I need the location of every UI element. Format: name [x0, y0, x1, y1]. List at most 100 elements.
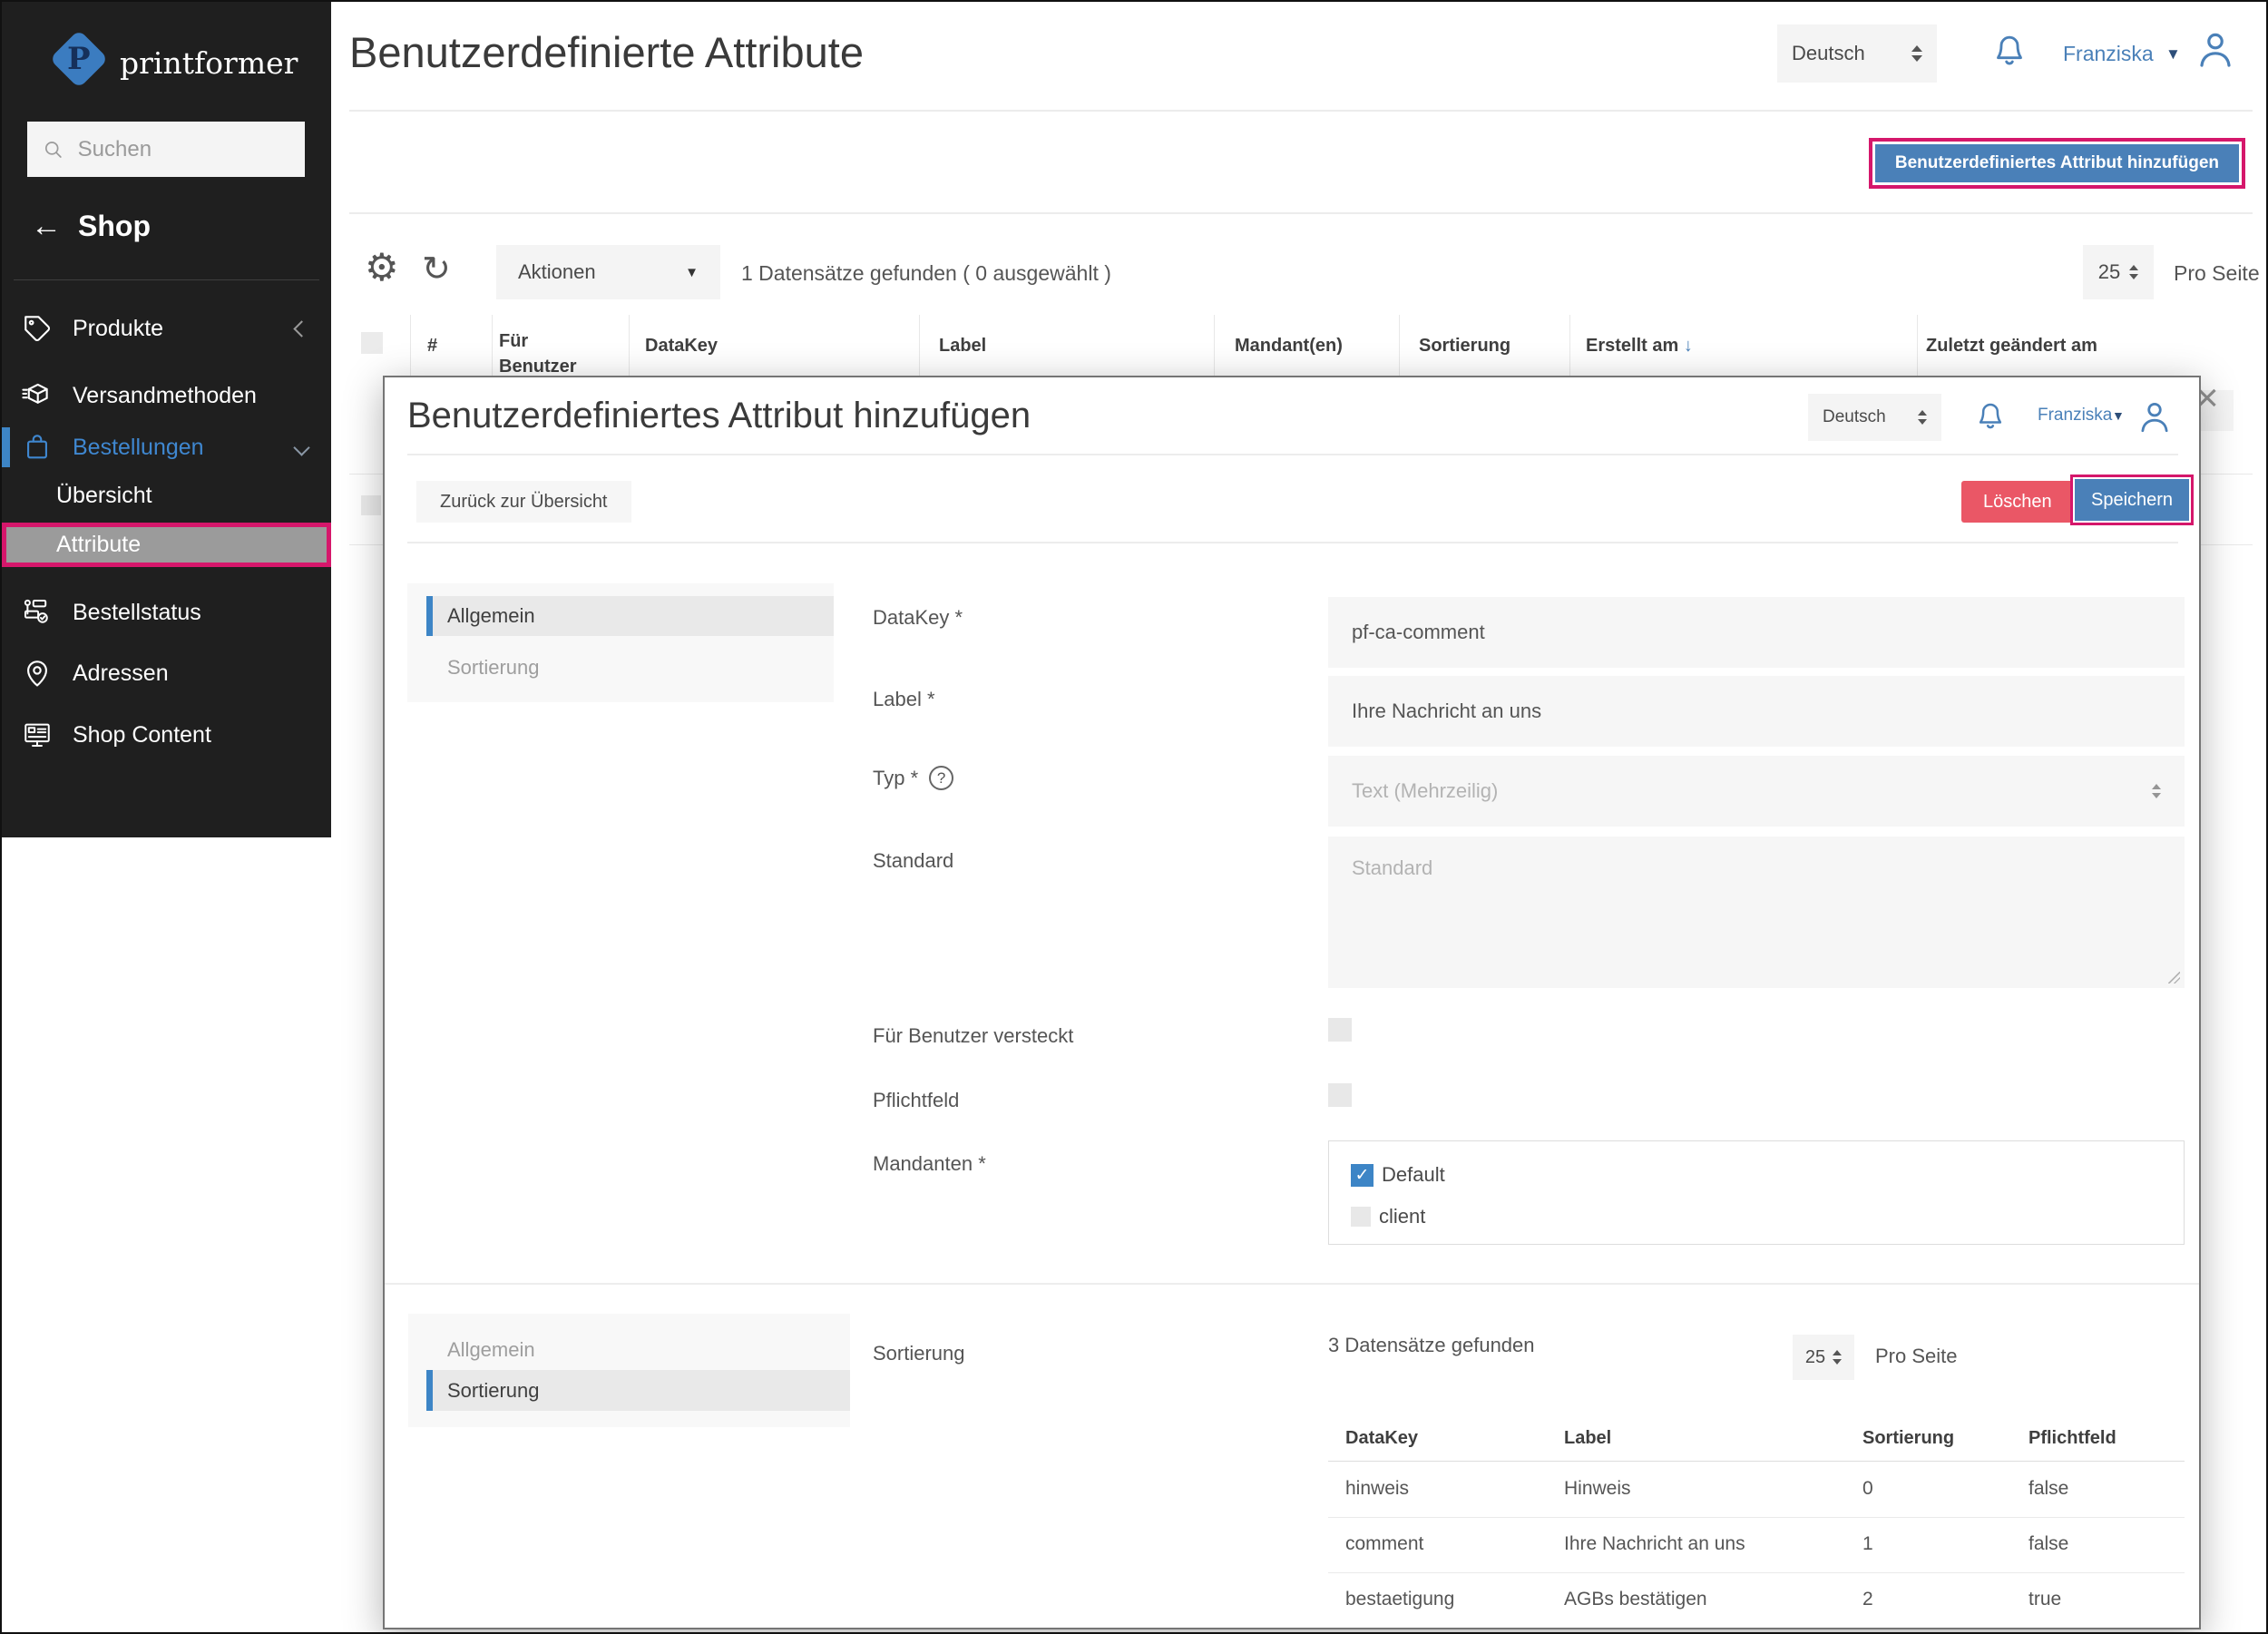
sidebar-item-shop-content[interactable]: Shop Content	[2, 713, 331, 757]
standard-label: Standard	[873, 849, 954, 872]
modal-records-summary: 3 Datensätze gefunden	[1328, 1334, 1535, 1356]
page-title: Benutzerdefinierte Attribute	[349, 28, 864, 76]
back-arrow-icon: ←	[31, 209, 62, 243]
column-header-datakey[interactable]: DataKey	[645, 336, 718, 357]
label-label: Label *	[873, 688, 935, 710]
modal-language-select[interactable]: Deutsch	[1808, 394, 1941, 441]
printformer-logo-icon: P	[49, 29, 109, 89]
table-cell: 2	[1862, 1589, 1873, 1610]
sidebar-item-label: Bestellungen	[73, 434, 204, 460]
hidden-checkbox[interactable]	[1328, 1018, 1352, 1042]
resize-handle-icon[interactable]	[2168, 972, 2180, 983]
column-header-zuletzt[interactable]: Zuletzt geändert am	[1926, 336, 2097, 357]
stepper-icon	[1833, 1350, 1843, 1365]
tab-sortierung[interactable]: Sortierung	[447, 656, 540, 680]
modal-section-divider	[385, 1283, 2199, 1285]
add-attribute-annotation: Benutzerdefiniertes Attribut hinzufügen	[1868, 138, 2245, 189]
caret-down-icon: ▼	[685, 264, 699, 280]
sort-desc-icon: ↓	[1683, 336, 1693, 356]
delete-button[interactable]: Löschen	[1961, 481, 2074, 523]
save-annotation: Speichern	[2070, 475, 2195, 525]
sidebar-search[interactable]	[27, 122, 305, 177]
actions-dropdown[interactable]: Aktionen ▼	[496, 245, 720, 299]
modal-per-page-select[interactable]: 25	[1793, 1335, 1854, 1380]
refresh-icon[interactable]: ↻	[422, 249, 451, 289]
checked-checkbox[interactable]: ✓	[1351, 1163, 1374, 1187]
stepper-icon	[1918, 410, 1927, 425]
sidebar-item-bestellungen[interactable]: Bestellungen	[2, 426, 331, 469]
section-divider	[349, 212, 2253, 214]
label-field[interactable]	[1328, 676, 2185, 747]
table-cell: comment	[1345, 1533, 1424, 1554]
shop-label: Shop	[78, 210, 151, 242]
stepper-icon	[2152, 784, 2161, 798]
bell-icon[interactable]	[1972, 397, 2009, 434]
user-name[interactable]: Franziska	[2038, 406, 2112, 426]
required-label: Pflichtfeld	[873, 1089, 960, 1111]
datakey-label: DataKey *	[873, 606, 963, 629]
workflow-icon	[24, 599, 48, 623]
save-button[interactable]: Speichern	[2075, 479, 2190, 521]
gear-icon[interactable]: ⚙	[365, 245, 399, 289]
search-input[interactable]	[77, 136, 290, 162]
column-header-fuer-benutzer[interactable]: Für Benutzer	[499, 328, 603, 379]
required-checkbox[interactable]	[1328, 1083, 1352, 1107]
mandanten-box: ✓ Default client	[1328, 1140, 2185, 1245]
per-page-label: Pro Seite	[2174, 261, 2260, 285]
tab-allgemein[interactable]: Allgemein	[447, 1338, 535, 1362]
sidebar-item-versandmethoden[interactable]: Versandmethoden	[2, 374, 331, 417]
sidebar-item-uebersicht[interactable]: Übersicht	[2, 474, 331, 517]
stepper-icon	[2129, 265, 2139, 279]
caret-down-icon[interactable]: ▼	[2112, 408, 2125, 423]
add-attribute-button[interactable]: Benutzerdefiniertes Attribut hinzufügen	[1874, 144, 2239, 182]
table-cell: Ihre Nachricht an uns	[1564, 1533, 1745, 1554]
caret-down-icon[interactable]: ▼	[2165, 45, 2181, 64]
sidebar-item-adressen[interactable]: Adressen	[2, 651, 331, 695]
bell-icon[interactable]	[1989, 29, 2030, 71]
table-cell: false	[2028, 1478, 2069, 1499]
column-header-num[interactable]: #	[427, 336, 437, 357]
select-all-checkbox[interactable]	[361, 332, 383, 354]
modal-toolbar-divider	[407, 542, 2178, 543]
sort-table-header-divider	[1328, 1461, 2185, 1462]
tab-allgemein[interactable]: Allgemein	[426, 596, 834, 636]
help-icon[interactable]: ?	[929, 766, 954, 790]
table-cell: bestaetigung	[1345, 1589, 1455, 1610]
table-cell: true	[2028, 1589, 2062, 1610]
mandant-option-default[interactable]: ✓ Default	[1351, 1163, 1445, 1187]
stepper-icon	[1911, 45, 1922, 62]
mandant-option-client[interactable]: client	[1351, 1205, 1425, 1228]
datakey-field[interactable]	[1328, 597, 2185, 668]
language-select[interactable]: Deutsch	[1777, 24, 1937, 83]
tab-sortierung[interactable]: Sortierung	[426, 1370, 850, 1411]
app-root: P printformer ← Shop Produkte Versandmet…	[0, 0, 2268, 1634]
sidebar-item-produkte[interactable]: Produkte	[2, 307, 331, 350]
per-page-select[interactable]: 25	[2083, 245, 2154, 299]
sidebar-back-shop[interactable]: ← Shop	[31, 209, 151, 244]
column-header-erstellt-am[interactable]: Erstellt am ↓	[1586, 336, 1693, 357]
sidebar-item-label: Versandmethoden	[73, 382, 257, 408]
column-header-sortierung[interactable]: Sortierung	[1419, 336, 1510, 357]
row-divider	[1328, 1572, 2185, 1573]
column-header-label[interactable]: Label	[939, 336, 986, 357]
standard-textarea[interactable]	[1328, 837, 2185, 988]
option-label: Default	[1382, 1163, 1445, 1186]
user-name[interactable]: Franziska	[2063, 42, 2154, 66]
search-icon	[44, 141, 62, 158]
header-divider	[349, 110, 2253, 112]
monitor-icon	[24, 723, 50, 748]
sidebar: P printformer ← Shop Produkte Versandmet…	[2, 2, 331, 837]
shopping-bag-icon	[27, 435, 47, 459]
column-header-mandanten[interactable]: Mandant(en)	[1235, 336, 1343, 357]
user-avatar-icon[interactable]	[2136, 397, 2174, 435]
user-avatar-icon[interactable]	[2194, 27, 2237, 71]
row-checkbox[interactable]	[361, 495, 381, 515]
sidebar-item-label: Attribute	[56, 532, 142, 557]
sidebar-item-bestellstatus[interactable]: Bestellstatus	[2, 591, 331, 634]
back-to-overview-button[interactable]: Zurück zur Übersicht	[416, 481, 631, 523]
language-value: Deutsch	[1792, 42, 1865, 64]
typ-select[interactable]: Text (Mehrzeilig)	[1328, 756, 2185, 827]
language-value: Deutsch	[1823, 407, 1886, 426]
sidebar-item-attribute[interactable]: Attribute	[2, 523, 331, 567]
unchecked-checkbox[interactable]	[1351, 1207, 1371, 1227]
